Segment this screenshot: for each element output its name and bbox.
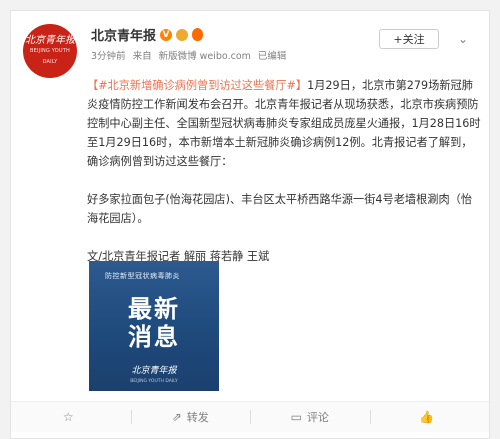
post-body: 1月29日，北京市第279场新冠肺炎疫情防控工作新闻发布会召开。北京青年报记者从… — [87, 79, 481, 168]
weibo-post-card: 北京青年报 BEIJING YOUTH DAILY 北京青年报 V 3分钟前 来… — [10, 10, 490, 439]
account-name-row: 北京青年报 V — [91, 25, 204, 44]
favorite-button[interactable]: ☆ — [11, 402, 131, 432]
post-source[interactable]: 新版微博 weibo.com — [159, 51, 251, 62]
post-restaurants: 好多家拉面包子(怡海花园店)、丰台区太平桥西路华源一街4号老墙根涮肉（怡海花园店… — [87, 193, 473, 225]
post-from-label: 来自 — [132, 51, 152, 62]
avatar[interactable]: 北京青年报 BEIJING YOUTH DAILY — [23, 24, 77, 78]
avatar-logo-text: 北京青年报 — [25, 34, 75, 46]
hashtag-link[interactable]: 【#北京新增确诊病例曾到访过这些餐厅#】 — [87, 79, 307, 92]
thumbs-up-icon: 👍 — [419, 410, 435, 424]
post-meta: 3分钟前 来自 新版微博 weibo.com 已编辑 — [91, 48, 290, 62]
share-button[interactable]: ⇗ 转发 — [130, 402, 251, 432]
follow-button[interactable]: +关注 — [379, 29, 439, 49]
star-icon: ☆ — [62, 410, 74, 424]
like-button[interactable]: 👍 — [369, 402, 490, 432]
flame-icon — [192, 28, 204, 41]
image-logo: 北京青年报 — [131, 366, 177, 376]
post-time[interactable]: 3分钟前 — [91, 51, 126, 62]
image-logo-sub: BEIJING YOUTH DAILY — [130, 379, 178, 384]
verified-badge-icon: V — [160, 28, 173, 41]
avatar-sub-text: BEIJING YOUTH DAILY — [29, 47, 70, 65]
action-bar: ☆ ⇗ 转发 ▭ 评论 👍 — [11, 401, 489, 432]
share-label: 转发 — [186, 411, 209, 424]
post-text: 【#北京新增确诊病例曾到访过这些餐厅#】1月29日，北京市第279场新冠肺炎疫情… — [87, 76, 483, 266]
chevron-down-icon[interactable]: ⌄ — [457, 33, 469, 45]
post-edited[interactable]: 已编辑 — [258, 51, 287, 62]
image-title-line1: 最新 — [128, 295, 180, 323]
post-image[interactable]: 防控新型冠状病毒肺炎 最新 消息 北京青年报 BEIJING YOUTH DAI… — [89, 261, 219, 391]
comment-button[interactable]: ▭ 评论 — [250, 402, 370, 432]
image-caption: 防控新型冠状病毒肺炎 — [105, 272, 180, 280]
comment-label: 评论 — [306, 411, 329, 424]
account-name[interactable]: 北京青年报 — [91, 25, 156, 44]
medal-icon — [176, 28, 189, 41]
share-icon: ⇗ — [171, 410, 182, 424]
comment-icon: ▭ — [290, 410, 302, 424]
image-title-line2: 消息 — [128, 323, 180, 351]
image-title: 最新 消息 — [89, 295, 219, 351]
